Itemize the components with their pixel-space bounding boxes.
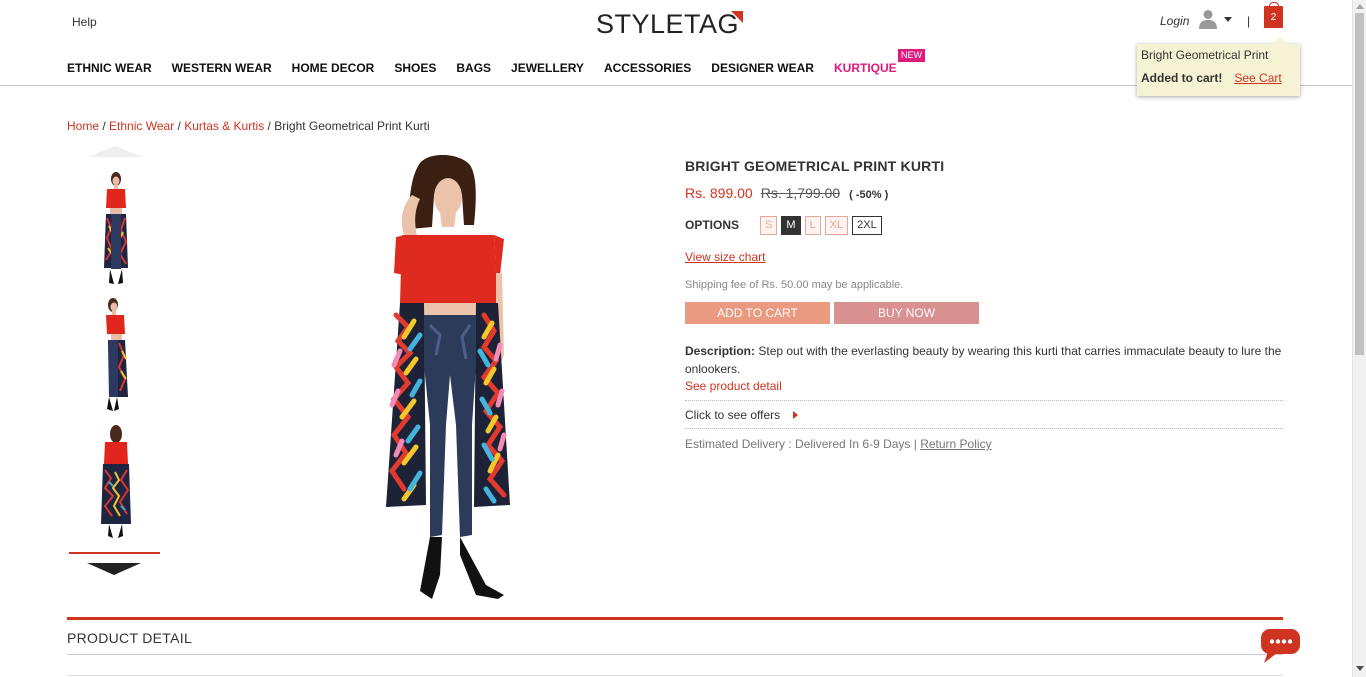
- new-badge: NEW: [898, 49, 925, 62]
- nav-bags[interactable]: BAGS: [456, 61, 491, 75]
- breadcrumb-separator: /: [264, 119, 275, 133]
- chat-icon[interactable]: [1260, 628, 1301, 664]
- breadcrumb-separator: /: [174, 119, 185, 133]
- styletag-logo[interactable]: STYLETAG: [596, 9, 744, 39]
- see-product-detail-link[interactable]: See product detail: [685, 379, 782, 393]
- discount-badge: ( -50% ): [849, 189, 889, 201]
- offers-toggle[interactable]: Click to see offers: [685, 408, 799, 422]
- size-option-xl[interactable]: XL: [824, 216, 849, 235]
- size-options: S M L XL 2XL: [760, 216, 886, 235]
- delivery-text: Estimated Delivery : Delivered In 6-9 Da…: [685, 437, 921, 451]
- login-link[interactable]: Login: [1160, 14, 1189, 28]
- cart-button[interactable]: 2: [1264, 2, 1283, 28]
- description-text: Step out with the everlasting beauty by …: [685, 344, 1282, 376]
- add-to-cart-button[interactable]: ADD TO CART: [685, 302, 830, 324]
- shipping-note: Shipping fee of Rs. 50.00 may be applica…: [685, 279, 904, 291]
- product-title: BRIGHT GEOMETRICAL PRINT KURTI: [685, 158, 945, 174]
- logo-mark-icon: [731, 11, 744, 23]
- thumbnail-scroll-up-icon[interactable]: [88, 146, 142, 157]
- product-description: Description: Step out with the everlasti…: [685, 342, 1285, 378]
- original-price: Rs. 1,799.00: [760, 185, 841, 201]
- breadcrumb-current: Bright Geometrical Print Kurti: [274, 119, 430, 133]
- view-size-chart-link[interactable]: View size chart: [685, 250, 765, 264]
- chevron-down-icon[interactable]: [1224, 17, 1232, 22]
- size-option-s[interactable]: S: [760, 216, 778, 235]
- divider: [685, 400, 1283, 401]
- buy-now-button[interactable]: BUY NOW: [834, 302, 979, 324]
- size-option-l[interactable]: L: [804, 216, 821, 235]
- user-icon[interactable]: [1199, 9, 1217, 29]
- chevron-right-icon: [793, 411, 799, 419]
- thumbnail-scroll-down-icon[interactable]: [87, 563, 141, 575]
- product-thumbnail[interactable]: [95, 295, 135, 413]
- product-main-image[interactable]: [380, 155, 520, 603]
- nav-kurtique[interactable]: KURTIQUE: [834, 61, 897, 75]
- breadcrumb-ethnic-wear[interactable]: Ethnic Wear: [109, 119, 174, 133]
- breadcrumb: Home / Ethnic Wear / Kurtas & Kurtis / B…: [67, 119, 430, 133]
- cart-added-popover: Bright Geometrical Print Added to cart! …: [1137, 37, 1300, 96]
- product-thumbnail[interactable]: [95, 168, 135, 286]
- nav-shoes[interactable]: SHOES: [394, 61, 436, 75]
- nav-jewellery[interactable]: JEWELLERY: [511, 61, 584, 75]
- breadcrumb-kurtas[interactable]: Kurtas & Kurtis: [184, 119, 264, 133]
- cart-count-badge: 2: [1270, 12, 1277, 23]
- delivery-info: Estimated Delivery : Delivered In 6-9 Da…: [685, 437, 992, 451]
- breadcrumb-separator: /: [99, 119, 110, 133]
- main-nav: ETHNIC WEAR WESTERN WEAR HOME DECOR SHOE…: [67, 61, 917, 75]
- nav-ethnic-wear[interactable]: ETHNIC WEAR: [67, 61, 152, 75]
- section-divider: [67, 654, 1283, 655]
- offers-label: Click to see offers: [685, 408, 781, 422]
- popover-product-name: Bright Geometrical Print: [1141, 48, 1269, 62]
- description-label: Description:: [685, 344, 756, 358]
- scroll-down-icon[interactable]: [1356, 666, 1364, 671]
- page-scrollbar[interactable]: [1352, 0, 1366, 677]
- nav-western-wear[interactable]: WESTERN WEAR: [172, 61, 272, 75]
- popover-added-text: Added to cart!: [1141, 71, 1223, 85]
- thumbnail-divider: [69, 552, 160, 554]
- product-thumbnail[interactable]: [95, 422, 135, 540]
- header-separator: |: [1247, 14, 1251, 28]
- options-label: OPTIONS: [685, 218, 740, 232]
- scroll-up-icon[interactable]: [1356, 4, 1364, 9]
- return-policy-link[interactable]: Return Policy: [920, 437, 991, 451]
- size-option-2xl[interactable]: 2XL: [852, 216, 882, 235]
- size-option-m[interactable]: M: [781, 216, 801, 235]
- scroll-thumb[interactable]: [1355, 13, 1364, 355]
- section-top-border: [67, 617, 1283, 620]
- nav-home-decor[interactable]: HOME DECOR: [292, 61, 375, 75]
- logo-text: STYLETAG: [596, 9, 740, 39]
- see-cart-link[interactable]: See Cart: [1234, 71, 1281, 85]
- divider: [685, 428, 1283, 429]
- product-detail-heading[interactable]: PRODUCT DETAIL: [67, 630, 192, 646]
- sale-price: Rs. 899.00: [685, 185, 753, 201]
- help-link[interactable]: Help: [72, 15, 97, 29]
- price-row: Rs. 899.00 Rs. 1,799.00 ( -50% ): [685, 185, 888, 201]
- breadcrumb-home[interactable]: Home: [67, 119, 99, 133]
- nav-designer-wear[interactable]: DESIGNER WEAR: [711, 61, 814, 75]
- nav-accessories[interactable]: ACCESSORIES: [604, 61, 691, 75]
- section-divider: [67, 675, 1283, 676]
